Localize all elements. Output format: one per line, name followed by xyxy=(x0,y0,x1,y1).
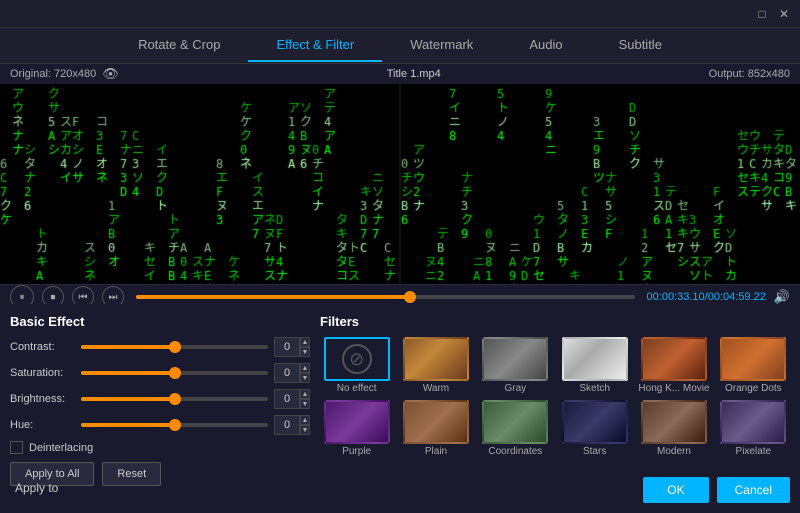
contrast-up[interactable]: ▲ xyxy=(300,337,310,347)
volume-icon[interactable]: 🔊 xyxy=(774,289,790,305)
saturation-slider[interactable] xyxy=(81,371,268,375)
original-label: Original: 720x480 xyxy=(10,68,96,80)
preview-info-left: Original: 720x480 👁 xyxy=(10,66,119,82)
cancel-button[interactable]: Cancel xyxy=(717,477,790,503)
filter-item-hong-kong[interactable]: Hong K... Movie xyxy=(637,337,710,394)
video-panel-original xyxy=(0,84,399,284)
hue-value: 0 xyxy=(274,415,300,435)
brightness-up[interactable]: ▲ xyxy=(300,389,310,399)
contrast-slider[interactable] xyxy=(81,345,268,349)
hue-up[interactable]: ▲ xyxy=(300,415,310,425)
filters-grid: ⊘No effectWarmGraySketchHong K... MovieO… xyxy=(320,337,790,457)
filters-title: Filters xyxy=(320,314,790,329)
brightness-value: 0 xyxy=(274,389,300,409)
matrix-rain-output xyxy=(401,84,800,284)
ok-button[interactable]: OK xyxy=(643,477,708,503)
filter-item-pixelate[interactable]: Pixelate xyxy=(717,400,790,457)
video-panel-output xyxy=(401,84,800,284)
bottom-panel: Basic Effect Contrast: 0 ▲ ▼ Saturation: xyxy=(0,304,800,513)
tab-bar: Rotate & Crop Effect & Filter Watermark … xyxy=(0,28,800,64)
deinterlacing-label: Deinterlacing xyxy=(29,442,93,454)
filter-item-purple[interactable]: Purple xyxy=(320,400,393,457)
tab-subtitle[interactable]: Subtitle xyxy=(591,29,690,62)
close-button[interactable]: ✕ xyxy=(776,6,792,22)
hue-slider[interactable] xyxy=(81,423,268,427)
preview-videos xyxy=(0,84,800,284)
tab-watermark[interactable]: Watermark xyxy=(382,29,501,62)
preview-info-right: Output: 852x480 xyxy=(709,68,790,80)
title-bar: □ ✕ xyxy=(0,0,800,28)
saturation-value: 0 xyxy=(274,363,300,383)
filters-panel: Filters ⊘No effectWarmGraySketchHong K..… xyxy=(320,314,790,503)
filter-item-stars[interactable]: Stars xyxy=(558,400,631,457)
progress-thumb[interactable] xyxy=(404,291,416,303)
filter-item-coordinates[interactable]: Coordinates xyxy=(479,400,552,457)
filter-item-no-effect[interactable]: ⊘No effect xyxy=(320,337,393,394)
saturation-thumb[interactable] xyxy=(169,367,181,379)
saturation-row: Saturation: 0 ▲ ▼ xyxy=(10,363,310,383)
contrast-thumb[interactable] xyxy=(169,341,181,353)
title-bar-buttons: □ ✕ xyxy=(754,6,792,22)
reset-button[interactable]: Reset xyxy=(102,462,161,486)
filter-item-gray[interactable]: Gray xyxy=(479,337,552,394)
progress-fill xyxy=(136,295,410,299)
saturation-down[interactable]: ▼ xyxy=(300,373,310,383)
filter-item-orange-dots[interactable]: Orange Dots xyxy=(717,337,790,394)
preview-file-label: Title 1.mp4 xyxy=(387,68,441,80)
brightness-row: Brightness: 0 ▲ ▼ xyxy=(10,389,310,409)
brightness-down[interactable]: ▼ xyxy=(300,399,310,409)
filter-item-warm[interactable]: Warm xyxy=(399,337,472,394)
filter-item-modern[interactable]: Modern xyxy=(637,400,710,457)
minimize-button[interactable]: □ xyxy=(754,6,770,22)
deinterlacing-checkbox[interactable] xyxy=(10,441,23,454)
brightness-label: Brightness: xyxy=(10,393,75,405)
progress-bar[interactable] xyxy=(136,295,635,299)
saturation-up[interactable]: ▲ xyxy=(300,363,310,373)
tab-rotate-crop[interactable]: Rotate & Crop xyxy=(110,29,248,62)
hue-row: Hue: 0 ▲ ▼ xyxy=(10,415,310,435)
time-display: 00:00:33.10/00:04:59.22 xyxy=(647,291,766,303)
effect-panel-title: Basic Effect xyxy=(10,314,310,329)
preview-area: Original: 720x480 👁 Title 1.mp4 Output: … xyxy=(0,64,800,304)
contrast-label: Contrast: xyxy=(10,341,75,353)
preview-info-bar: Original: 720x480 👁 Title 1.mp4 Output: … xyxy=(0,64,800,84)
contrast-down[interactable]: ▼ xyxy=(300,347,310,357)
matrix-rain-original xyxy=(0,84,399,284)
hue-label: Hue: xyxy=(10,419,75,431)
contrast-row: Contrast: 0 ▲ ▼ xyxy=(10,337,310,357)
hue-down[interactable]: ▼ xyxy=(300,425,310,435)
hue-thumb[interactable] xyxy=(169,419,181,431)
filter-item-plain[interactable]: Plain xyxy=(399,400,472,457)
contrast-value: 0 xyxy=(274,337,300,357)
brightness-thumb[interactable] xyxy=(169,393,181,405)
tab-audio[interactable]: Audio xyxy=(501,29,590,62)
deinterlacing-row: Deinterlacing xyxy=(10,441,310,454)
apply-to-label: Apply to xyxy=(15,481,58,495)
brightness-slider[interactable] xyxy=(81,397,268,401)
effect-panel: Basic Effect Contrast: 0 ▲ ▼ Saturation: xyxy=(10,314,310,503)
eye-icon[interactable]: 👁 xyxy=(102,66,119,82)
output-label: Output: 852x480 xyxy=(709,68,790,80)
filter-item-sketch[interactable]: Sketch xyxy=(558,337,631,394)
bottom-buttons: OK Cancel xyxy=(643,477,790,503)
tab-effect-filter[interactable]: Effect & Filter xyxy=(248,29,382,62)
saturation-label: Saturation: xyxy=(10,367,75,379)
